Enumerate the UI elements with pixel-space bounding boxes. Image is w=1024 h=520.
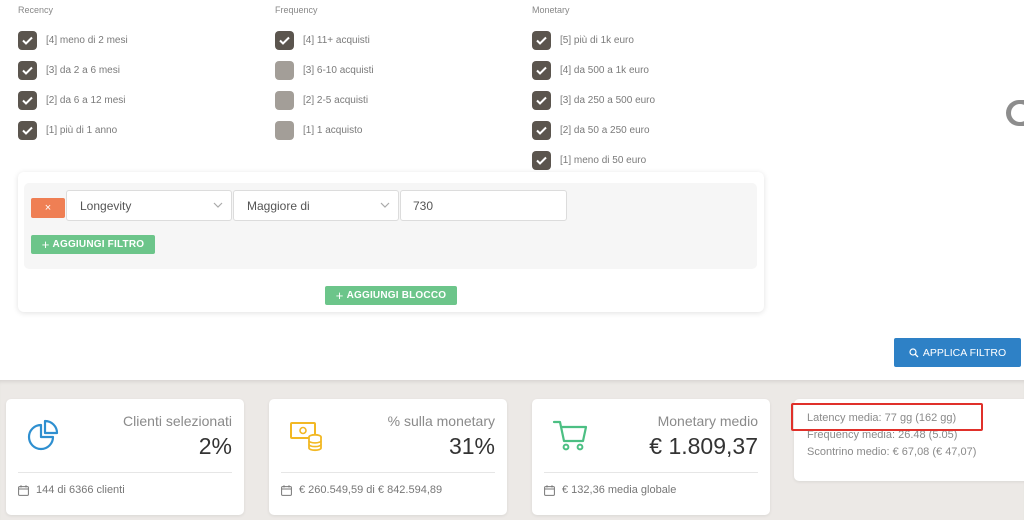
chevron-down-icon (213, 202, 223, 208)
card-title: % sulla monetary (387, 413, 495, 429)
frequency-option-label: [1] 1 acquisto (303, 124, 363, 136)
card-divider (544, 472, 758, 473)
recency-option-label: [2] da 6 a 12 mesi (46, 94, 126, 106)
chevron-down-icon (380, 202, 390, 208)
checkbox-checked-icon[interactable] (532, 150, 551, 170)
card-footer-text: € 260.549,59 di € 842.594,89 (299, 484, 443, 496)
frequency-option-4[interactable]: [4] 11+ acquisti (275, 30, 370, 50)
filter-operator-select[interactable]: Maggiore di (233, 190, 399, 221)
card-title: Monetary medio (657, 413, 758, 429)
plus-icon: + (335, 288, 344, 303)
highlight-annotation-box (791, 403, 983, 431)
selected-clients-card: Clienti selezionati 2% 144 di 6366 clien… (6, 399, 244, 515)
card-value: 31% (448, 433, 495, 459)
frequency-option-label: [2] 2-5 acquisti (303, 94, 369, 106)
calendar-icon (281, 484, 292, 496)
calendar-icon (18, 484, 29, 496)
frequency-option-label: [3] 6-10 acquisti (303, 64, 374, 76)
pie-chart-icon (27, 419, 59, 451)
card-title: Clienti selezionati (123, 413, 232, 429)
checkbox-checked-icon[interactable] (18, 90, 37, 110)
recency-option-4[interactable]: [4] meno di 2 mesi (18, 30, 128, 50)
checkbox-checked-icon[interactable] (18, 60, 37, 80)
checkbox-checked-icon[interactable] (532, 60, 551, 80)
apply-filter-label: APPLICA FILTRO (922, 346, 1007, 359)
add-block-label: AGGIUNGI BLOCCO (346, 290, 447, 301)
recency-option-3[interactable]: [3] da 2 a 6 mesi (18, 60, 120, 80)
recency-option-1[interactable]: [1] più di 1 anno (18, 120, 117, 140)
card-footer: 144 di 6366 clienti (18, 484, 125, 496)
monetary-title: Monetary (532, 5, 570, 15)
recency-option-label: [1] più di 1 anno (46, 124, 118, 136)
apply-filter-button[interactable]: APPLICA FILTRO (894, 338, 1021, 367)
frequency-option-2[interactable]: [2] 2-5 acquisti (275, 90, 368, 110)
checkbox-checked-icon[interactable] (532, 30, 551, 50)
recency-title: Recency (18, 5, 54, 15)
filter-field-value: Longevity (80, 198, 132, 213)
add-block-button[interactable]: + AGGIUNGI BLOCCO (325, 286, 457, 305)
monetary-option-label: [3] da 250 a 500 euro (560, 94, 656, 106)
card-footer: € 260.549,59 di € 842.594,89 (281, 484, 442, 496)
checkbox-unchecked-icon[interactable] (275, 120, 294, 140)
recency-option-label: [4] meno di 2 mesi (46, 34, 128, 46)
money-coins-icon (290, 422, 322, 452)
average-monetary-card: Monetary medio € 1.809,37 € 132,36 media… (532, 399, 770, 515)
search-icon (909, 347, 919, 357)
card-footer-text: € 132,36 media globale (562, 484, 677, 496)
checkbox-checked-icon[interactable] (18, 120, 37, 140)
checkbox-checked-icon[interactable] (275, 30, 294, 50)
side-toggle-switch[interactable] (1006, 100, 1024, 126)
checkbox-unchecked-icon[interactable] (275, 60, 294, 80)
monetary-option-label: [4] da 500 a 1k euro (560, 64, 649, 76)
shopping-cart-icon (552, 420, 588, 451)
monetary-option-5[interactable]: [5] più di 1k euro (532, 30, 634, 50)
frequency-option-1[interactable]: [1] 1 acquisto (275, 120, 362, 140)
card-value: € 1.809,37 (649, 433, 758, 459)
card-footer: € 132,36 media globale (544, 484, 676, 496)
monetary-option-4[interactable]: [4] da 500 a 1k euro (532, 60, 649, 80)
receipt-average: Scontrino medio: € 67,08 (€ 47,07) (807, 446, 977, 458)
add-filter-button[interactable]: + AGGIUNGI FILTRO (31, 235, 155, 254)
checkbox-checked-icon[interactable] (532, 120, 551, 140)
frequency-option-3[interactable]: [3] 6-10 acquisti (275, 60, 374, 80)
card-value: 2% (198, 433, 232, 459)
recency-option-2[interactable]: [2] da 6 a 12 mesi (18, 90, 126, 110)
filter-value-input[interactable] (400, 190, 567, 221)
monetary-share-card: % sulla monetary 31% € 260.549,59 di € 8… (269, 399, 507, 515)
monetary-option-2[interactable]: [2] da 50 a 250 euro (532, 120, 650, 140)
card-divider (281, 472, 495, 473)
monetary-option-label: [2] da 50 a 250 euro (560, 124, 650, 136)
frequency-title: Frequency (275, 5, 318, 15)
card-divider (18, 472, 232, 473)
checkbox-checked-icon[interactable] (532, 90, 551, 110)
card-footer-text: 144 di 6366 clienti (36, 484, 125, 496)
checkbox-checked-icon[interactable] (18, 30, 37, 50)
checkbox-unchecked-icon[interactable] (275, 90, 294, 110)
remove-filter-button[interactable]: × (31, 198, 65, 218)
filter-field-select[interactable]: Longevity (66, 190, 232, 221)
monetary-option-label: [1] meno di 50 euro (560, 154, 647, 166)
monetary-option-label: [5] più di 1k euro (560, 34, 634, 46)
monetary-option-3[interactable]: [3] da 250 a 500 euro (532, 90, 655, 110)
monetary-option-1[interactable]: [1] meno di 50 euro (532, 150, 646, 170)
add-filter-label: AGGIUNGI FILTRO (52, 239, 145, 250)
calendar-icon (544, 484, 555, 496)
plus-icon: + (41, 237, 50, 252)
frequency-option-label: [4] 11+ acquisti (303, 34, 370, 46)
filter-operator-value: Maggiore di (247, 198, 310, 213)
close-icon: × (44, 202, 52, 214)
recency-option-label: [3] da 2 a 6 mesi (46, 64, 120, 76)
